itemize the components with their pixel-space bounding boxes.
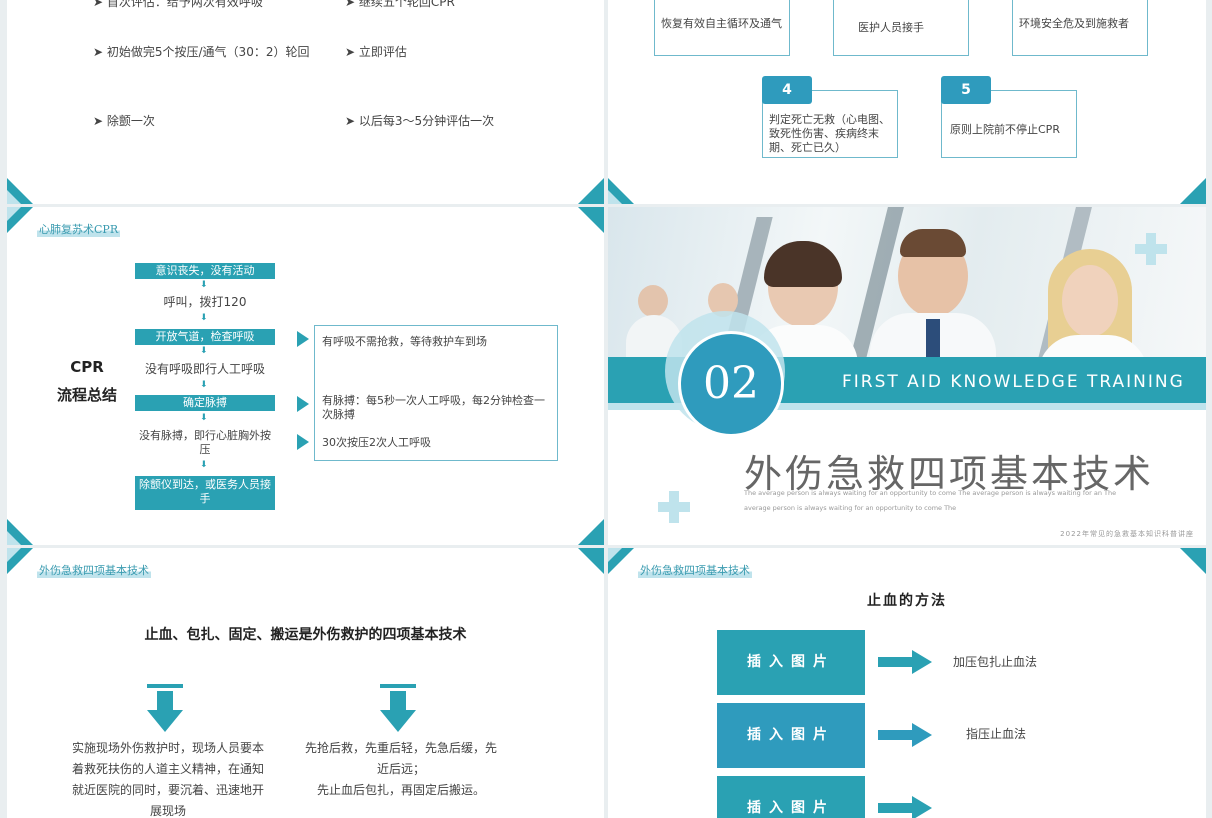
condition-box-1: 恢复有效自主循环及通气 — [654, 0, 790, 56]
flow-step-7: 除颤仪到达，或医务人员接手 — [135, 476, 275, 510]
bullet-row2-left: ➤ 初始做完5个按压/通气（30：2）轮回 — [93, 45, 310, 59]
method-label-2: 指压止血法 — [966, 727, 1027, 741]
plus-cross-icon — [1135, 233, 1167, 265]
method-label-1: 加压包扎止血法 — [953, 655, 1038, 669]
section-number: 02 — [678, 331, 784, 437]
section-header: 外伤急救四项基本技术 — [37, 562, 151, 578]
flow-step-1: 意识丧失，没有活动 — [135, 263, 275, 279]
flow-step-4: 没有呼吸即行人工呼吸 — [144, 362, 265, 376]
corner-decoration — [578, 519, 604, 545]
slide-stop-cpr-conditions[interactable]: 恢复有效自主循环及通气 医护人员接手 环境安全危及到施救者 判定死亡无救（心电图… — [608, 0, 1206, 204]
condition-box-3: 环境安全危及到施救者 — [1012, 0, 1148, 56]
bullet-row1-left: ➤ 首次评估：给予两次有效呼吸 — [93, 0, 263, 9]
insert-image-placeholder-2[interactable]: 插入图片 — [717, 703, 865, 768]
arrow-down-icon: ⬇ — [200, 346, 208, 356]
corner-decoration — [608, 548, 622, 562]
corner-decoration — [578, 548, 604, 574]
arrow-right-icon — [878, 796, 932, 818]
arrow-right-icon — [878, 650, 932, 674]
slide-section-cover[interactable]: FIRST AID KNOWLEDGE TRAINING 02 外伤急救四项基本… — [608, 207, 1206, 545]
bullet-row2-right: ➤ 立即评估 — [345, 45, 407, 59]
corner-decoration — [7, 190, 21, 204]
plus-cross-icon — [658, 491, 690, 523]
condition-number-4: 4 — [762, 76, 812, 104]
flow-step-2: 呼叫，拨打120 — [163, 295, 247, 309]
arrow-right-icon — [878, 723, 932, 747]
corner-decoration — [7, 207, 21, 221]
corner-decoration — [578, 178, 604, 204]
bullet-row3-right: ➤ 以后每3～5分钟评估一次 — [345, 114, 495, 128]
section-header: 心肺复苏术CPR — [37, 221, 121, 237]
insert-image-placeholder-3[interactable]: 插入图片 — [717, 776, 865, 818]
condition-number-5: 5 — [941, 76, 991, 104]
arrow-down-icon: ⬇ — [200, 280, 208, 290]
flow-step-5: 确定脉搏 — [135, 395, 275, 411]
corner-decoration — [7, 548, 21, 562]
slide-heading: 止血、包扎、固定、搬运是外伤救护的四项基本技术 — [144, 627, 467, 643]
right-description: 先抢后救，先重后轻，先急后缓，先近后远； 先止血后包扎，再固定后搬运。 — [304, 741, 497, 797]
corner-decoration — [7, 531, 21, 545]
side-title: CPR 流程总结 — [57, 358, 118, 404]
section-header: 外伤急救四项基本技术 — [638, 562, 752, 578]
arrow-down-icon: ⬇ — [200, 380, 208, 390]
slide-four-techniques[interactable]: 外伤急救四项基本技术 止血、包扎、固定、搬运是外伤救护的四项基本技术 实施现场外… — [7, 548, 604, 818]
left-description: 实施现场外伤救护时，现场人员要本着救死扶伤的人道主义精神，在通知就近医院的同时，… — [71, 741, 264, 818]
insert-image-placeholder-1[interactable]: 插入图片 — [717, 630, 865, 695]
subtitle-line-2: average person is always waiting for an … — [744, 504, 957, 512]
arrow-right-icon — [297, 396, 309, 412]
slide-heading: 止血的方法 — [867, 593, 947, 609]
note-3: 30次按压2次人工呼吸 — [322, 436, 431, 449]
bullet-row3-left: ➤ 除颤一次 — [93, 114, 155, 128]
arrow-down-icon — [380, 684, 416, 732]
slide-hemostasis-methods[interactable]: 外伤急救四项基本技术 止血的方法 插入图片 插入图片 插入图片 加压包扎止血法 … — [608, 548, 1206, 818]
flow-step-6: 没有脉搏，即行心脏胸外按压 — [139, 429, 271, 456]
slide-cpr-steps[interactable]: ➤ 首次评估：给予两次有效呼吸 ➤ 继续五个轮回CPR ➤ 初始做完5个按压/通… — [7, 0, 604, 204]
corner-decoration — [1180, 178, 1206, 204]
footer-text: 2022年常见的急救基本知识科普讲座 — [1060, 530, 1194, 538]
banner-text: FIRST AID KNOWLEDGE TRAINING — [842, 372, 1185, 392]
slide-cpr-flow-summary[interactable]: 心肺复苏术CPR CPR 流程总结 意识丧失，没有活动 ⬇ 呼叫，拨打120 ⬇… — [7, 207, 604, 545]
bullet-row1-right: ➤ 继续五个轮回CPR — [345, 0, 455, 9]
corner-decoration — [608, 190, 622, 204]
arrow-right-icon — [297, 434, 309, 450]
notes-box: 有呼吸不需抢救，等待救护车到场 有脉搏：每5秒一次人工呼吸，每2分钟检查一次脉搏… — [314, 325, 558, 461]
arrow-down-icon: ⬇ — [200, 313, 208, 323]
corner-decoration — [578, 207, 604, 233]
corner-decoration — [1180, 548, 1206, 574]
arrow-down-icon: ⬇ — [200, 460, 208, 470]
note-2: 有脉搏：每5秒一次人工呼吸，每2分钟检查一次脉搏 — [322, 394, 545, 421]
flow-step-3: 开放气道，检查呼吸 — [135, 329, 275, 345]
condition-box-2: 医护人员接手 — [833, 0, 969, 56]
note-1: 有呼吸不需抢救，等待救护车到场 — [322, 335, 487, 348]
arrow-down-icon: ⬇ — [200, 413, 208, 423]
subtitle-line-1: The average person is always waiting for… — [744, 489, 1117, 497]
arrow-right-icon — [297, 331, 309, 347]
arrow-down-icon — [147, 684, 183, 732]
